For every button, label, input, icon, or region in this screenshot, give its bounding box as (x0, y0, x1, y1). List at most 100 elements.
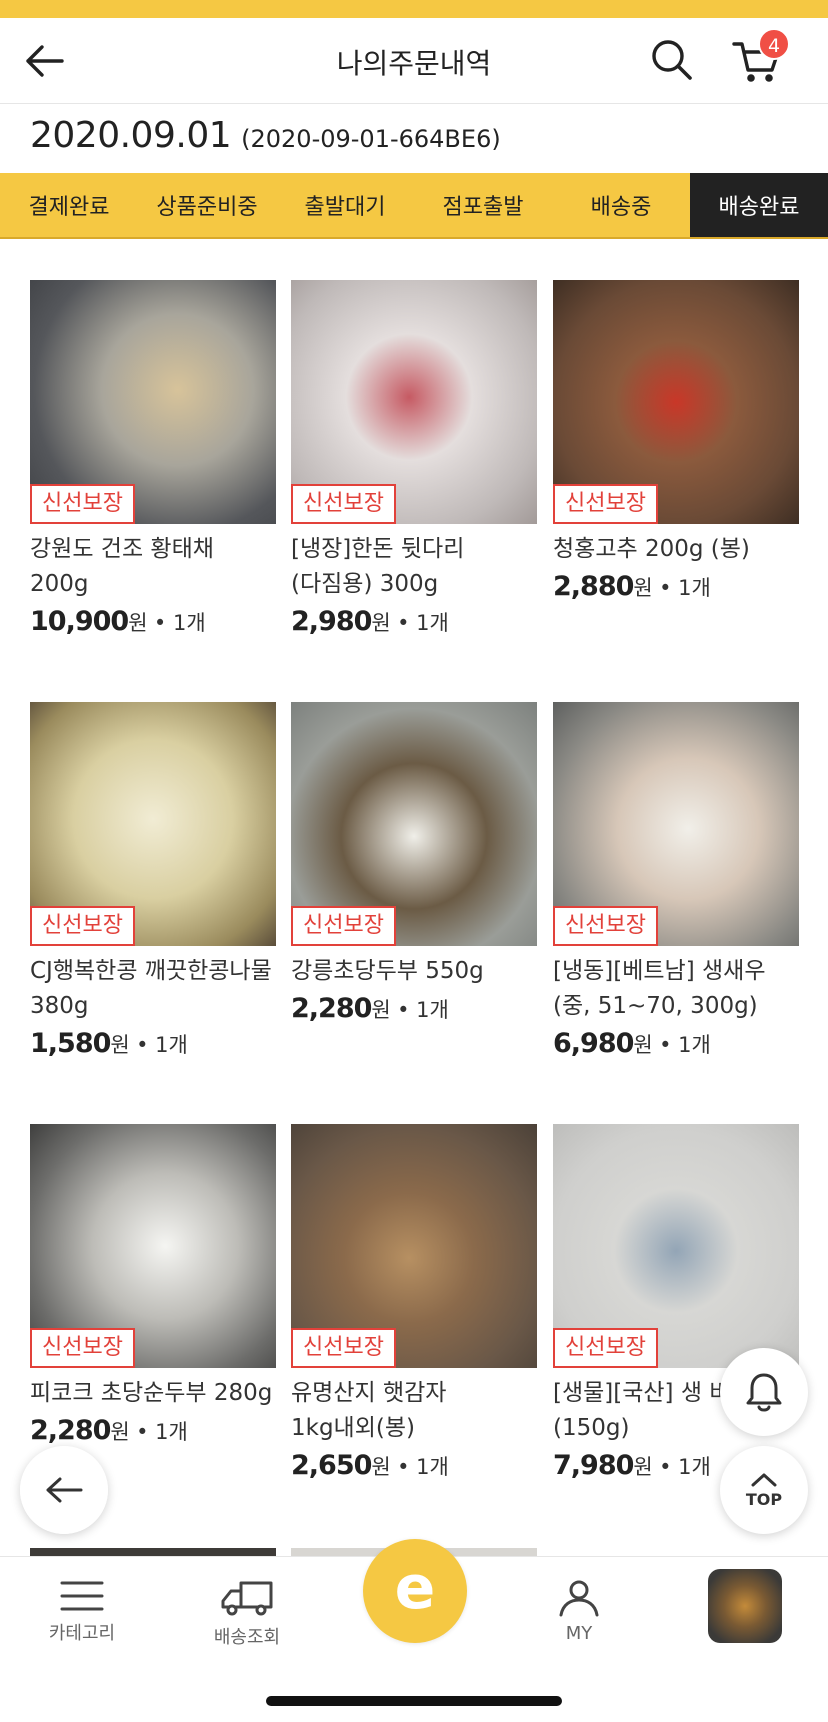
product-price: 2,650 (291, 1450, 372, 1481)
price-line: 2,280원 • 1개 (30, 1415, 276, 1446)
search-button[interactable] (650, 38, 694, 82)
order-number: (2020-09-01-664BE6) (241, 125, 501, 153)
nav-category-label: 카테고리 (48, 1623, 116, 1644)
header: 나의주문내역 4 (0, 18, 828, 104)
nav-delivery-label: 배송조회 (213, 1627, 281, 1648)
product-card[interactable]: 신선보장 강원도 건조 황태채 200g 10,900원 • 1개 (30, 280, 276, 637)
product-name[interactable]: [냉동][베트남] 생새우 (중, 51~70, 300g) (553, 954, 799, 1024)
product-image[interactable]: 신선보장 (291, 280, 537, 524)
price-line: 1,580원 • 1개 (30, 1028, 276, 1059)
currency-unit: 원 (110, 1420, 130, 1444)
price-line: 2,650원 • 1개 (291, 1450, 537, 1481)
menu-icon (60, 1581, 104, 1611)
price-line: 2,980원 • 1개 (291, 606, 537, 637)
product-image[interactable]: 신선보장 (291, 1124, 537, 1368)
product-card[interactable]: 신선보장 [냉장]한돈 뒷다리 (다짐용) 300g 2,980원 • 1개 (291, 280, 537, 637)
product-quantity: • 1개 (136, 1420, 188, 1444)
fresh-guarantee-badge: 신선보장 (291, 484, 396, 524)
product-price: 2,980 (291, 606, 372, 637)
truck-icon (221, 1581, 273, 1616)
product-image[interactable]: 신선보장 (291, 702, 537, 946)
nav-delivery-tracking[interactable]: 배송조회 (182, 1579, 312, 1649)
nav-my-label: MY (565, 1623, 593, 1644)
tab-in-delivery[interactable]: 배송중 (552, 173, 690, 237)
fresh-guarantee-badge: 신선보장 (291, 1328, 396, 1368)
fresh-guarantee-badge: 신선보장 (291, 906, 396, 946)
bell-icon (746, 1373, 782, 1412)
currency-unit: 원 (371, 1455, 391, 1479)
person-icon (559, 1580, 599, 1617)
tab-payment-complete[interactable]: 결제완료 (0, 173, 138, 237)
currency-unit: 원 (110, 1033, 130, 1057)
scroll-top-button[interactable]: TOP (720, 1446, 808, 1534)
nav-category[interactable]: 카테고리 (17, 1579, 147, 1645)
product-quantity: • 1개 (659, 576, 711, 600)
product-card[interactable]: 신선보장 강릉초당두부 550g 2,280원 • 1개 (291, 702, 537, 1024)
order-info: 2020.09.01 (2020-09-01-664BE6) (30, 115, 501, 165)
product-image[interactable]: 신선보장 (553, 702, 799, 946)
price-line: 2,280원 • 1개 (291, 993, 537, 1024)
tab-delivered[interactable]: 배송완료 (690, 173, 828, 237)
fresh-guarantee-badge: 신선보장 (30, 1328, 135, 1368)
order-status-tabs: 결제완료 상품준비중 출발대기 점포출발 배송중 배송완료 (0, 173, 828, 239)
emart-logo-icon: e (394, 1553, 436, 1623)
order-date: 2020.09.01 (30, 115, 232, 156)
product-price: 10,900 (30, 606, 129, 637)
recent-item-thumbnail[interactable] (708, 1569, 782, 1643)
tab-store-departure[interactable]: 점포출발 (414, 173, 552, 237)
currency-unit: 원 (633, 576, 653, 600)
currency-unit: 원 (633, 1455, 653, 1479)
product-price: 2,280 (30, 1415, 111, 1446)
cart-count-badge: 4 (758, 28, 790, 60)
tab-waiting-departure[interactable]: 출발대기 (276, 173, 414, 237)
product-price: 7,980 (553, 1450, 634, 1481)
product-quantity: • 1개 (397, 998, 449, 1022)
fresh-guarantee-badge: 신선보장 (30, 484, 135, 524)
currency-unit: 원 (371, 611, 391, 635)
price-line: 2,880원 • 1개 (553, 571, 799, 602)
currency-unit: 원 (128, 611, 148, 635)
product-image[interactable]: 신선보장 (30, 1124, 276, 1368)
product-card[interactable]: 신선보장 [냉동][베트남] 생새우 (중, 51~70, 300g) 6,98… (553, 702, 799, 1059)
emart-home-button[interactable]: e (363, 1539, 467, 1643)
product-name[interactable]: 피코크 초당순두부 280g (30, 1376, 276, 1411)
product-name[interactable]: 유명산지 햇감자 1kg내외(봉) (291, 1376, 537, 1446)
product-name[interactable]: 청홍고추 200g (봉) (553, 532, 799, 567)
product-name[interactable]: CJ행복한콩 깨끗한콩나물 380g (30, 954, 276, 1024)
tab-preparing[interactable]: 상품준비중 (138, 173, 276, 237)
fresh-guarantee-badge: 신선보장 (553, 1328, 658, 1368)
product-image[interactable]: 신선보장 (553, 280, 799, 524)
fresh-guarantee-badge: 신선보장 (553, 906, 658, 946)
product-image[interactable]: 신선보장 (553, 1124, 799, 1368)
product-image[interactable]: 신선보장 (30, 280, 276, 524)
page-title: 나의주문내역 (336, 47, 492, 80)
product-card[interactable]: 신선보장 CJ행복한콩 깨끗한콩나물 380g 1,580원 • 1개 (30, 702, 276, 1059)
product-price: 2,880 (553, 571, 634, 602)
product-quantity: • 1개 (397, 1455, 449, 1479)
nav-my[interactable]: MY (514, 1579, 644, 1644)
product-quantity: • 1개 (136, 1033, 188, 1057)
back-arrow-icon (46, 1477, 83, 1503)
product-name[interactable]: [냉장]한돈 뒷다리 (다짐용) 300g (291, 532, 537, 602)
floating-back-button[interactable] (20, 1446, 108, 1534)
product-quantity: • 1개 (153, 611, 206, 635)
product-price: 6,980 (553, 1028, 634, 1059)
product-card[interactable]: 신선보장 청홍고추 200g (봉) 2,880원 • 1개 (553, 280, 799, 602)
fresh-guarantee-badge: 신선보장 (30, 906, 135, 946)
currency-unit: 원 (371, 998, 391, 1022)
product-name[interactable]: 강릉초당두부 550g (291, 954, 537, 989)
product-price: 1,580 (30, 1028, 111, 1059)
chevron-up-icon (751, 1473, 777, 1486)
notification-button[interactable] (720, 1348, 808, 1436)
product-card[interactable]: 신선보장 피코크 초당순두부 280g 2,280원 • 1개 (30, 1124, 276, 1446)
price-line: 10,900원 • 1개 (30, 606, 276, 637)
fresh-guarantee-badge: 신선보장 (553, 484, 658, 524)
product-image[interactable]: 신선보장 (30, 702, 276, 946)
product-name[interactable]: 강원도 건조 황태채 200g (30, 532, 276, 602)
product-card[interactable]: 신선보장 유명산지 햇감자 1kg내외(봉) 2,650원 • 1개 (291, 1124, 537, 1481)
product-quantity: • 1개 (659, 1455, 711, 1479)
product-quantity: • 1개 (397, 611, 449, 635)
price-line: 6,980원 • 1개 (553, 1028, 799, 1059)
search-icon (652, 40, 692, 80)
product-quantity: • 1개 (659, 1033, 711, 1057)
